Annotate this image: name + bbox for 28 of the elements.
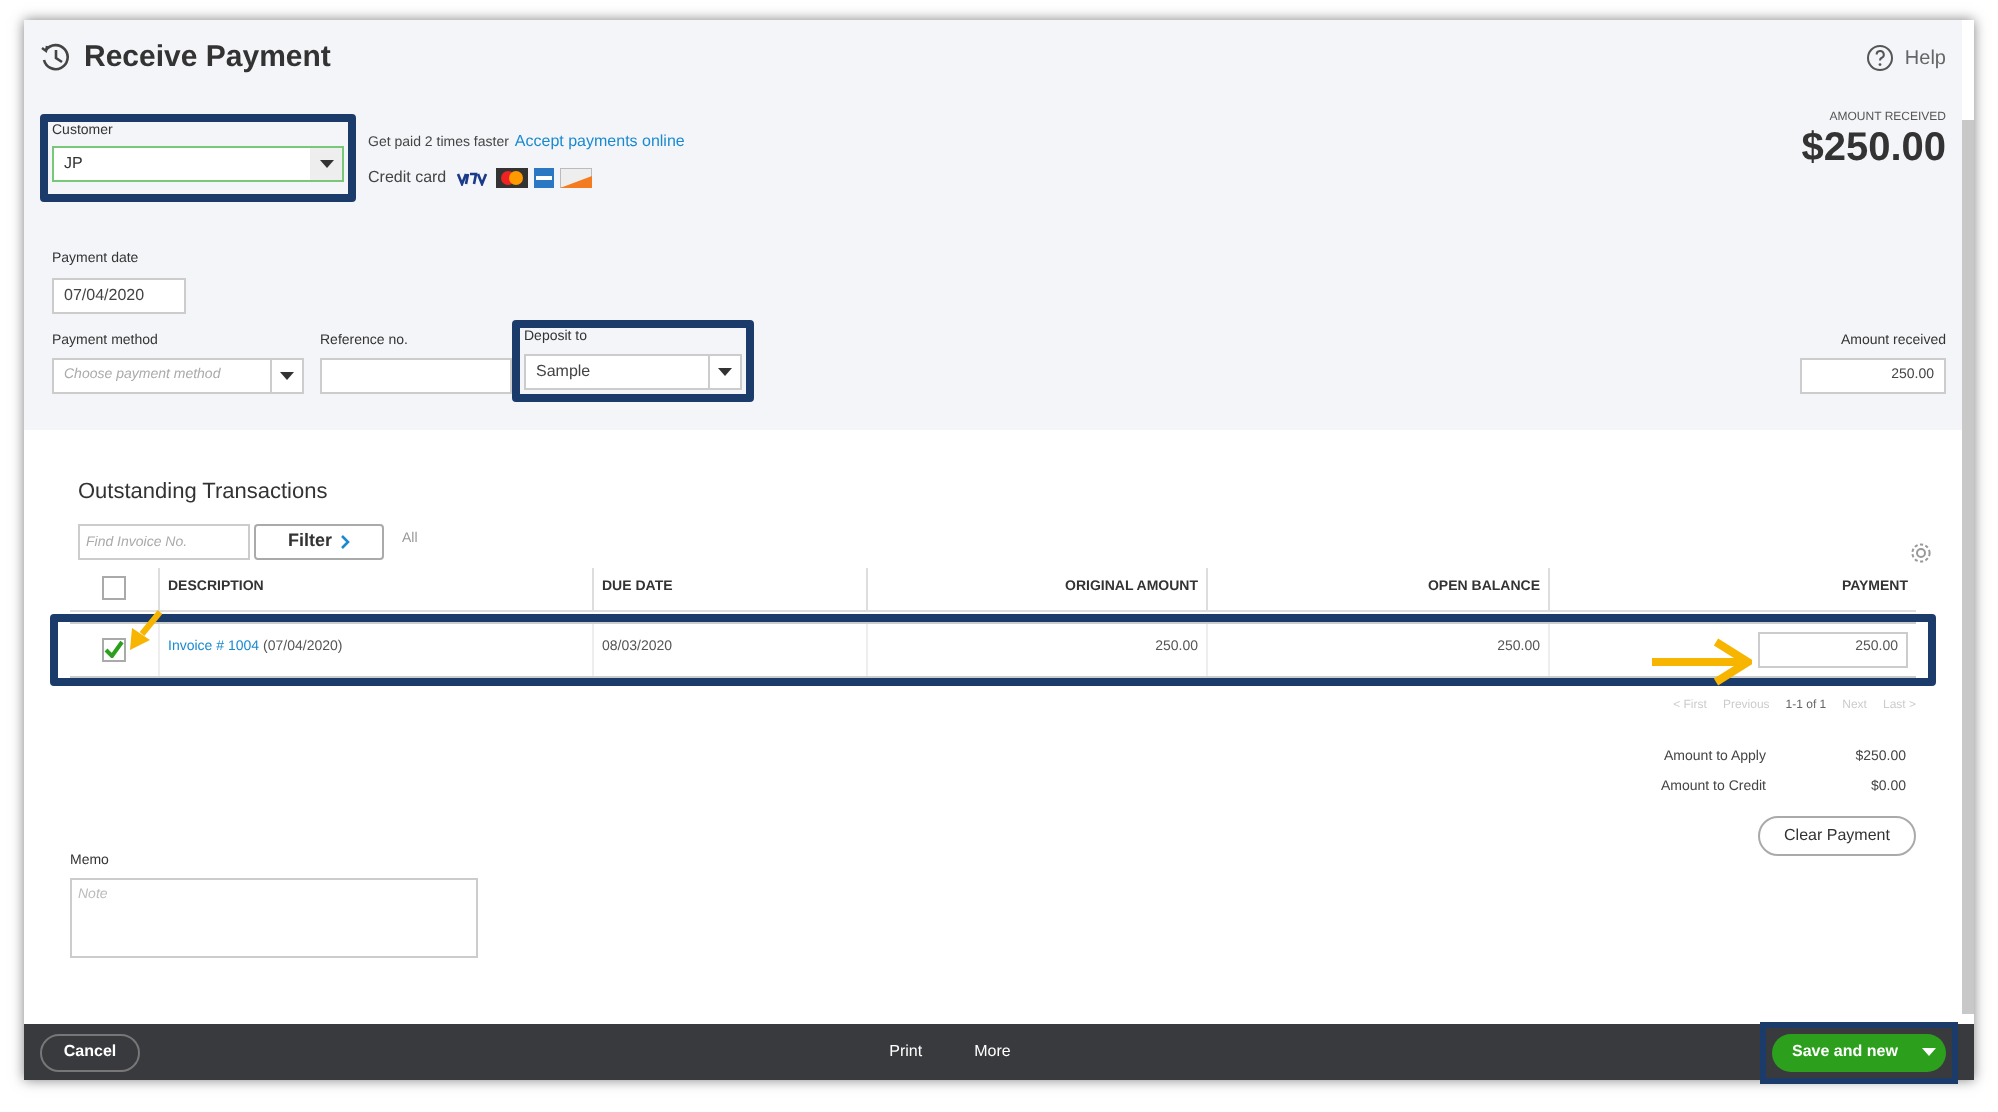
caret-icon xyxy=(1921,1048,1936,1056)
chevron-right-icon xyxy=(340,534,350,550)
filter-button[interactable]: Filter xyxy=(254,524,384,560)
clear-payment-button[interactable]: Clear Payment xyxy=(1758,815,1916,855)
credit-card-label: Credit card xyxy=(368,166,447,190)
clock-icon xyxy=(40,42,72,75)
customer-dropdown[interactable]: JP xyxy=(52,146,344,182)
section-title: Outstanding Transactions xyxy=(78,478,330,508)
settings-icon[interactable] xyxy=(1910,541,1932,563)
caret-icon xyxy=(280,372,294,380)
caret-icon xyxy=(718,368,732,376)
accept-payments-link[interactable]: Accept payments online xyxy=(514,129,685,153)
deposit-to-dropdown[interactable]: Sample xyxy=(524,354,742,390)
checkbox[interactable] xyxy=(102,637,126,661)
cancel-button[interactable]: Cancel xyxy=(40,1033,140,1071)
amount-received-total: $250.00 xyxy=(1801,127,1946,167)
window-title: Receive Payment xyxy=(84,38,331,78)
arrow-drawing xyxy=(1648,638,1752,686)
more-link[interactable]: More xyxy=(974,1040,1011,1064)
caret-icon xyxy=(319,160,333,168)
checkbox[interactable] xyxy=(102,576,126,600)
help-button[interactable]: Help xyxy=(1866,43,1946,74)
reference-field[interactable] xyxy=(320,358,512,394)
checkmark-icon xyxy=(104,640,124,658)
help-icon xyxy=(1866,44,1895,73)
print-link[interactable]: Print xyxy=(889,1040,923,1064)
payment-date-field[interactable]: 07/04/2020 xyxy=(52,277,186,313)
arrow-drawing xyxy=(128,608,164,652)
